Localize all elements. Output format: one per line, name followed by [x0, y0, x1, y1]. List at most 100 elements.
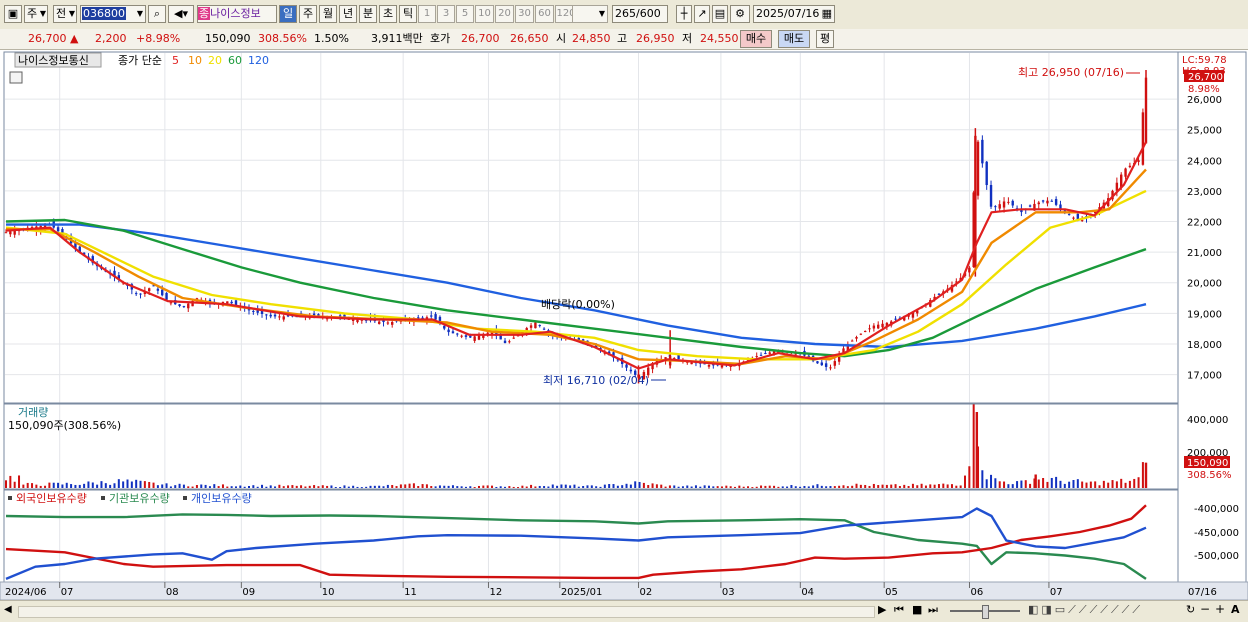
- calculator-icon[interactable]: [9, 71, 23, 84]
- tab-6[interactable]: 틱: [399, 5, 417, 23]
- volume-bar: [65, 482, 68, 488]
- volume-bar: [178, 483, 181, 488]
- period-select[interactable]: 주 ▼: [24, 5, 48, 23]
- volume-tick-400k: 400,000: [1187, 415, 1228, 426]
- candle-body: [1072, 217, 1075, 219]
- save-icon[interactable]: ▤: [712, 5, 728, 23]
- volume-bar: [1024, 480, 1027, 488]
- interval-tab-60[interactable]: 60: [535, 5, 554, 23]
- count-box[interactable]: 265/600: [612, 5, 668, 23]
- forward-icon[interactable]: ⏭: [928, 603, 938, 617]
- interval-tab-10[interactable]: 10: [475, 5, 494, 23]
- interval-tab-5[interactable]: 5: [456, 5, 474, 23]
- volume-bar: [768, 485, 771, 488]
- candle-icon[interactable]: ┼: [676, 5, 692, 23]
- stop-icon[interactable]: ■: [912, 603, 922, 616]
- hoga-label: 호가: [430, 32, 451, 45]
- candle-body: [282, 316, 285, 320]
- crosshair-icon[interactable]: ↗: [694, 5, 710, 23]
- tab-4[interactable]: 분: [359, 5, 377, 23]
- legend-label: 개인보유수량: [191, 492, 252, 505]
- volume-bar: [447, 485, 450, 488]
- candle-body: [690, 362, 693, 365]
- volume-bar: [963, 475, 966, 488]
- gear-icon[interactable]: ⚙: [730, 5, 750, 23]
- stock-chart[interactable]: 나이스정보통신 종가 단순 5 10 20 60 120 LC:59.78 HC…: [0, 50, 1248, 600]
- window-icon[interactable]: ▣: [4, 5, 22, 23]
- buy-button[interactable]: 매수: [740, 30, 772, 48]
- volume-bar: [386, 484, 389, 488]
- volume-bar: [911, 483, 914, 488]
- plus-icon[interactable]: +: [1215, 602, 1225, 616]
- scroll-right-icon[interactable]: ▶: [878, 603, 886, 616]
- high-note: 최고 26,950 (07/16): [1018, 66, 1124, 79]
- zoom-slider-handle[interactable]: [982, 605, 989, 619]
- volume-bar: [83, 483, 86, 488]
- candle-body: [156, 288, 160, 291]
- volume-bar: [334, 487, 337, 489]
- scroll-left-icon[interactable]: ◀: [4, 604, 12, 615]
- volume-bar: [747, 486, 750, 488]
- candle-body: [1007, 201, 1010, 203]
- search-icon[interactable]: ⌕: [148, 5, 166, 23]
- candle-body: [824, 363, 828, 367]
- candle-body: [764, 352, 767, 354]
- candle-body: [226, 301, 229, 304]
- volume-bar: [274, 486, 277, 488]
- volume-bar: [269, 485, 272, 488]
- interval-tab-20[interactable]: 20: [495, 5, 514, 23]
- drawing-tools-icon[interactable]: ◧◨▭⟋⟋⟋⟋⟋⟋⟋: [1028, 603, 1143, 617]
- scroll-track[interactable]: [18, 606, 875, 618]
- volume-bar: [612, 484, 615, 488]
- volume-bar: [890, 484, 893, 488]
- open-label: 시: [556, 32, 567, 45]
- volume-bar: [681, 486, 684, 488]
- volume-bar: [469, 486, 472, 488]
- volume-bar: [720, 486, 723, 488]
- volume-bar: [31, 483, 34, 488]
- code-input[interactable]: 036800 ▼: [80, 5, 146, 23]
- volume-bar: [877, 485, 880, 488]
- tab-2[interactable]: 월: [319, 5, 337, 23]
- volume-bar: [122, 481, 125, 488]
- tab-1[interactable]: 주: [299, 5, 317, 23]
- volume-bar: [1034, 474, 1037, 488]
- sell-button[interactable]: 매도: [778, 30, 810, 48]
- ma-period-20: 20: [208, 54, 222, 67]
- legend-marker: [8, 496, 12, 500]
- tab-3[interactable]: 년: [339, 5, 357, 23]
- minus-icon[interactable]: −: [1200, 602, 1210, 616]
- stock-name-box[interactable]: 종나이스정보: [197, 5, 277, 23]
- holding-tick-500k: -500,000: [1194, 551, 1239, 562]
- volume-bar: [248, 486, 251, 488]
- rewind-icon[interactable]: ⏮: [894, 603, 904, 617]
- mode-select[interactable]: 전 ▼: [53, 5, 77, 23]
- candle-body: [430, 315, 433, 317]
- volume-bar: [868, 485, 871, 488]
- volume-bar: [369, 485, 372, 488]
- tab-5[interactable]: 초: [379, 5, 397, 23]
- volume-bar: [755, 486, 758, 488]
- interval-tab-30[interactable]: 30: [515, 5, 534, 23]
- volume-bar: [217, 486, 220, 488]
- tab-0[interactable]: 일: [279, 5, 297, 23]
- candle-body: [161, 289, 164, 296]
- candle-body: [976, 141, 980, 196]
- volume-bar: [1124, 482, 1127, 488]
- candle-body: [829, 367, 832, 369]
- candle-body: [989, 184, 993, 207]
- zoom-out-icon[interactable]: ↻: [1186, 603, 1195, 616]
- volume-bar: [881, 484, 884, 488]
- date-input[interactable]: 2025/07/16 ▦: [753, 5, 835, 23]
- interval-tab-1[interactable]: 1: [418, 5, 436, 23]
- current-price-label: 26,700: [1188, 72, 1223, 83]
- font-size-icon[interactable]: A: [1231, 603, 1240, 616]
- eval-button[interactable]: 평: [816, 30, 834, 48]
- candle-body: [508, 341, 511, 343]
- interval-select[interactable]: ▼: [572, 5, 608, 23]
- price-tick-label: 20,000: [1187, 279, 1222, 290]
- speaker-icon[interactable]: ◀▾: [168, 5, 194, 23]
- interval-tab-3[interactable]: 3: [437, 5, 455, 23]
- volume-bar: [1128, 480, 1131, 488]
- candle-body: [985, 161, 988, 186]
